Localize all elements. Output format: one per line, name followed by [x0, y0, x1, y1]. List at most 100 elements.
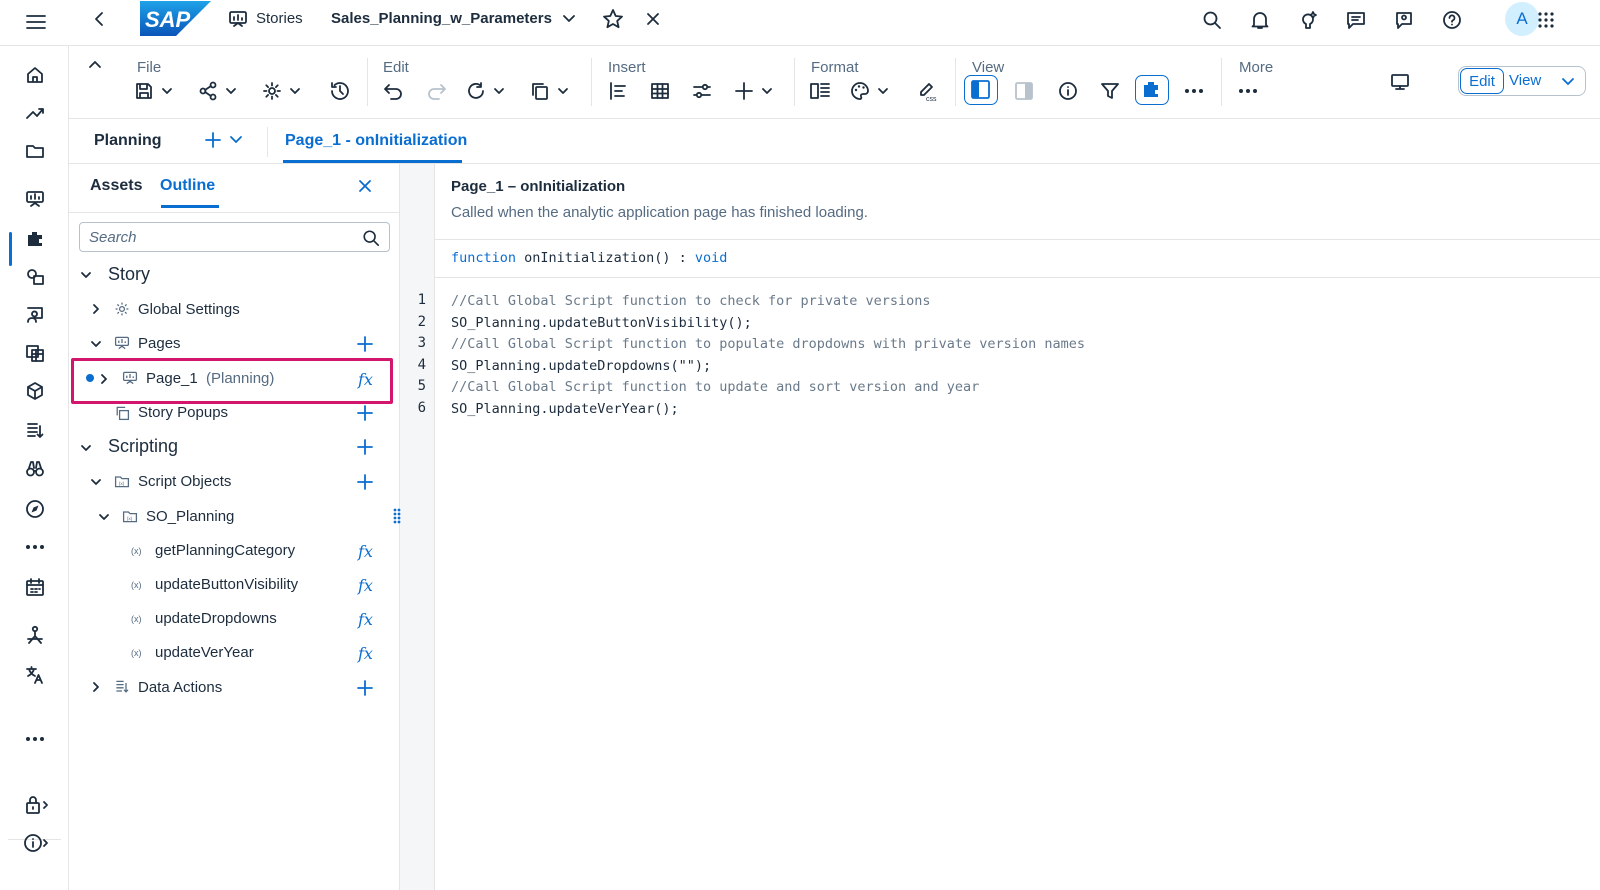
code-line-1[interactable]: //Call Global Script function to check f…: [451, 293, 931, 309]
close-story-icon[interactable]: [643, 9, 663, 29]
notifications-bell-icon[interactable]: [1248, 8, 1272, 32]
story-title[interactable]: Sales_Planning_w_Parameters: [331, 10, 552, 27]
tab-assets[interactable]: Assets: [90, 177, 142, 195]
system-info-icon[interactable]: [22, 830, 52, 856]
explorer-compass-icon[interactable]: [22, 496, 48, 522]
insert-add-icon[interactable]: [733, 78, 777, 104]
tree-node-update-dropdowns[interactable]: updateDropdowns: [155, 610, 277, 627]
save-icon[interactable]: [133, 78, 177, 104]
tree-node-scripting[interactable]: Scripting: [108, 436, 178, 457]
tab-planning[interactable]: Planning: [94, 132, 162, 150]
drag-handle-icon[interactable]: [391, 506, 403, 526]
joule-assistant-icon[interactable]: [1296, 8, 1320, 32]
insert-table-icon[interactable]: [647, 78, 673, 104]
present-screen-icon[interactable]: [1387, 70, 1413, 94]
version-history-icon[interactable]: [327, 78, 353, 104]
fx-icon[interactable]: fx: [355, 642, 377, 664]
data-actions-nav-icon[interactable]: [22, 418, 48, 444]
fx-icon[interactable]: fx: [355, 540, 377, 562]
sap-logo[interactable]: SAP: [140, 1, 211, 36]
data-analyzer-binoculars-icon[interactable]: [22, 456, 48, 482]
tab-page1-oninitialization[interactable]: Page_1 - onInitialization: [285, 132, 467, 150]
insert-chart-icon[interactable]: [605, 78, 631, 104]
close-panel-icon[interactable]: [355, 176, 375, 196]
layout-icon[interactable]: [807, 78, 833, 104]
filter-icon[interactable]: [1097, 78, 1123, 104]
chevron-down-icon[interactable]: [560, 10, 578, 28]
fx-icon[interactable]: fx: [355, 574, 377, 596]
tree-node-update-button-visibility[interactable]: updateButtonVisibility: [155, 576, 298, 593]
code-line-4[interactable]: SO_Planning.updateDropdowns("");: [451, 358, 711, 374]
theme-palette-icon[interactable]: [849, 78, 893, 104]
code-line-3[interactable]: //Call Global Script function to populat…: [451, 336, 1085, 352]
settings-gear-icon[interactable]: [261, 78, 305, 104]
story-expand-chevron-icon[interactable]: [79, 268, 93, 282]
connections-icon[interactable]: [22, 622, 48, 648]
stories-link[interactable]: Stories: [256, 10, 303, 27]
help-icon[interactable]: [1440, 8, 1464, 32]
more-dots-icon[interactable]: [22, 726, 48, 752]
page1-fx-icon[interactable]: fx: [355, 368, 377, 390]
code-line-2[interactable]: SO_Planning.updateButtonVisibility();: [451, 315, 752, 331]
tree-node-get-planning-category[interactable]: getPlanningCategory: [155, 542, 295, 559]
page1-chevron-right-icon[interactable]: [98, 372, 110, 386]
tree-node-script-objects[interactable]: Script Objects: [138, 473, 231, 490]
search-icon[interactable]: [1200, 8, 1224, 32]
tab-chevron-down-icon[interactable]: [227, 131, 245, 149]
data-actions-chevron-right-icon[interactable]: [89, 680, 103, 694]
view-mode-button[interactable]: View: [1509, 72, 1541, 89]
so-planning-expand-chevron-icon[interactable]: [97, 510, 111, 524]
panel-resizer[interactable]: 1 2 3 4 5 6: [393, 164, 435, 890]
digital-boardroom-icon[interactable]: [22, 264, 48, 290]
script-objects-expand-chevron-icon[interactable]: [89, 475, 103, 489]
global-settings-chevron-right-icon[interactable]: [89, 302, 103, 316]
view-overflow-dots-icon[interactable]: [1181, 78, 1207, 104]
presentations-icon[interactable]: [22, 302, 48, 328]
security-lock-icon[interactable]: [22, 792, 52, 818]
translation-icon[interactable]: [22, 662, 48, 688]
trend-icon[interactable]: [22, 100, 48, 126]
code-line-6[interactable]: SO_Planning.updateVerYear();: [451, 401, 679, 417]
undo-icon[interactable]: [381, 78, 407, 104]
scripting-expand-chevron-icon[interactable]: [79, 441, 93, 455]
back-icon[interactable]: [88, 8, 110, 30]
calendar-icon[interactable]: [22, 574, 48, 600]
analytic-apps-icon[interactable]: [22, 226, 48, 252]
code-line-5[interactable]: //Call Global Script function to update …: [451, 379, 979, 395]
tree-node-pages[interactable]: Pages: [138, 335, 181, 352]
tab-outline[interactable]: Outline: [160, 177, 215, 195]
insert-input-control-icon[interactable]: [689, 78, 715, 104]
refresh-icon[interactable]: [465, 78, 509, 104]
collaboration-icon[interactable]: [1392, 8, 1416, 32]
copy-icon[interactable]: [529, 78, 573, 104]
fx-icon[interactable]: fx: [355, 608, 377, 630]
home-icon[interactable]: [22, 62, 48, 88]
left-side-panel-toggle[interactable]: [964, 75, 998, 105]
outline-search-input[interactable]: Search: [79, 222, 390, 252]
collapse-toolbar-chevron-up-icon[interactable]: [85, 56, 105, 72]
more-dots-icon[interactable]: [1235, 78, 1261, 104]
favorite-star-icon[interactable]: [601, 7, 625, 31]
tree-node-global-settings[interactable]: Global Settings: [138, 301, 240, 318]
tree-node-update-ver-year[interactable]: updateVerYear: [155, 644, 254, 661]
tree-node-data-actions[interactable]: Data Actions: [138, 679, 222, 696]
info-icon[interactable]: [1055, 78, 1081, 104]
more-apps-dots-icon[interactable]: [22, 534, 48, 560]
add-scripting-icon[interactable]: [355, 437, 375, 457]
mode-chevron-down-icon[interactable]: [1559, 73, 1577, 91]
comments-icon[interactable]: [1344, 8, 1368, 32]
product-switch-grid-icon[interactable]: [1534, 8, 1558, 32]
tree-node-story-popups[interactable]: Story Popups: [138, 404, 228, 421]
files-folder-icon[interactable]: [22, 138, 48, 164]
right-side-panel-icon[interactable]: [1011, 78, 1037, 104]
share-icon[interactable]: [197, 78, 241, 104]
css-edit-icon[interactable]: css: [915, 78, 941, 104]
redo-icon[interactable]: [423, 78, 449, 104]
add-data-action-icon[interactable]: [355, 678, 375, 698]
search-icon[interactable]: [360, 227, 382, 249]
pages-expand-chevron-icon[interactable]: [89, 337, 103, 351]
add-popup-icon[interactable]: [355, 403, 375, 423]
edit-mode-button[interactable]: Edit: [1460, 68, 1504, 94]
scripting-toggle[interactable]: [1135, 75, 1169, 105]
stories-nav-icon[interactable]: [22, 186, 48, 212]
